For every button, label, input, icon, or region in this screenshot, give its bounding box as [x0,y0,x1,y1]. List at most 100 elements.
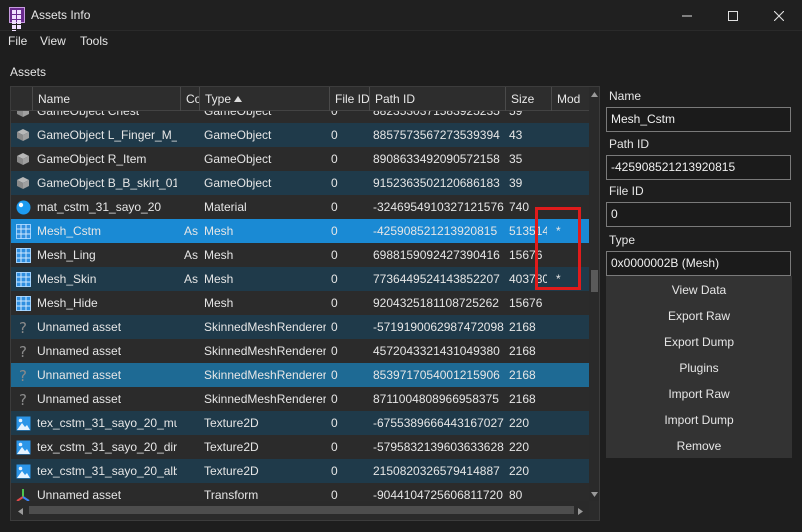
modified-cell [556,483,576,501]
menu-tools[interactable]: Tools [80,34,108,48]
horizontal-scroll-thumb[interactable] [29,506,574,514]
header-container[interactable]: Co [181,87,200,111]
mesh-icon [13,291,33,315]
svg-text:?: ? [19,392,27,407]
size-cell: 220 [509,416,530,430]
remove-button[interactable]: Remove [606,433,792,459]
type-cell: GameObject [204,152,272,166]
scroll-down-icon[interactable] [590,489,599,499]
table-row[interactable]: GameObject Chest GameObject 0 8823530371583… [11,111,589,123]
file-id-cell: 0 [331,272,338,286]
gameobject-icon [13,123,33,147]
texture-icon [13,411,33,435]
type-cell: GameObject [204,128,272,142]
table-row[interactable]: Unnamed asset Transform 0 -9044104725606811… [11,483,589,501]
minimize-button[interactable] [664,0,710,31]
file-id-cell: 0 [331,320,338,334]
header-icon-column[interactable] [11,87,33,111]
header-modified[interactable]: Mod [552,87,589,111]
type-field[interactable]: 0x0000002B (Mesh) [606,251,791,276]
unknown-asset-icon: ? [13,339,33,363]
table-row[interactable]: tex_cstm_31_sayo_20_dirt Texture2D 0 -57958… [11,435,589,459]
container-cell: As [184,248,199,262]
header-file-id[interactable]: File ID [330,87,370,111]
header-name[interactable]: Name [33,87,181,111]
maximize-button[interactable] [710,0,756,31]
menu-view[interactable]: View [40,34,66,48]
file-id-cell: 0 [331,152,338,166]
file-id-cell: 0 [331,344,338,358]
path-id-cell: 7736449524143852207 [373,272,500,286]
type-cell: Texture2D [204,464,259,478]
table-row[interactable]: GameObject L_Finger_M_0 GameObject 0 885757… [11,123,589,147]
path-id-cell: -3246954910327121576 [373,200,504,214]
header-size[interactable]: Size [506,87,552,111]
import-raw-button[interactable]: Import Raw [606,381,792,407]
asset-name-cell: Unnamed asset [37,488,122,501]
table-row[interactable]: Mesh_Cstm As Mesh 0 -425908521213920815 51351… [11,219,589,243]
container-cell [184,291,200,315]
svg-text:?: ? [19,344,27,359]
file-id-field[interactable]: 0 [606,202,791,227]
asset-name-cell: Unnamed asset [37,392,122,406]
asset-name-cell: Mesh_Ling [37,248,96,262]
container-cell [184,387,200,411]
type-cell: Mesh [204,272,234,286]
close-icon [774,10,784,21]
grid-rows: GameObject Chest GameObject 0 8823530371583… [11,111,589,501]
view-data-button[interactable]: View Data [606,277,792,303]
scroll-left-icon[interactable] [15,506,25,516]
export-raw-button[interactable]: Export Raw [606,303,792,329]
header-type[interactable]: Type [200,87,330,111]
file-id-cell: 0 [331,128,338,142]
container-cell [184,339,200,363]
table-row[interactable]: Mesh_Skin As Mesh 0 7736449524143852207 40378… [11,267,589,291]
file-id-cell: 0 [331,440,338,454]
scroll-up-icon[interactable] [590,89,599,99]
table-row[interactable]: tex_cstm_31_sayo_20_albd Texture2D 0 215082… [11,459,589,483]
table-row[interactable]: mat_cstm_31_sayo_20 Material 0 -32469549103… [11,195,589,219]
size-cell: 2168 [509,344,536,358]
table-row[interactable]: ? Unnamed asset SkinnedMeshRenderer 0 457204… [11,339,589,363]
actions-panel: View Data Export Raw Export Dump Plugins… [606,276,792,458]
header-path-id[interactable]: Path ID [370,87,506,111]
file-id-cell: 0 [331,488,338,501]
table-row[interactable]: Mesh_Hide Mesh 0 9204325181108725262 15676 [11,291,589,315]
size-cell: 80 [509,488,523,501]
asset-name-cell: Mesh_Cstm [37,224,102,238]
type-label: Type [609,233,636,247]
path-id-cell: -5719190062987472098 [373,320,504,334]
table-row[interactable]: ? Unnamed asset SkinnedMeshRenderer 0 -57191… [11,315,589,339]
plugins-button[interactable]: Plugins [606,355,792,381]
type-cell: Texture2D [204,440,259,454]
type-cell: GameObject [204,111,272,118]
table-row[interactable]: ? Unnamed asset SkinnedMeshRenderer 0 871100… [11,387,589,411]
modified-cell [556,291,576,315]
table-row[interactable]: ? Unnamed asset SkinnedMeshRenderer 0 853971… [11,363,589,387]
type-cell: GameObject [204,176,272,190]
horizontal-scrollbar[interactable] [11,501,589,520]
asset-name-cell: tex_cstm_31_sayo_20_mult [37,416,177,430]
vertical-scroll-thumb[interactable] [591,270,598,292]
gameobject-icon [13,111,33,123]
table-row[interactable]: Mesh_Ling As Mesh 0 6988159092427390416 15676 [11,243,589,267]
path-id-field[interactable]: -425908521213920815 [606,155,791,180]
modified-cell [556,363,576,387]
asset-name-cell: Unnamed asset [37,344,122,358]
table-row[interactable]: GameObject B_B_skirt_01 GameObject 0 915236… [11,171,589,195]
modified-cell [556,315,576,339]
vertical-scrollbar[interactable] [589,87,599,501]
import-dump-button[interactable]: Import Dump [606,407,792,433]
scroll-right-icon[interactable] [575,506,585,516]
export-dump-button[interactable]: Export Dump [606,329,792,355]
asset-name-cell: Unnamed asset [37,368,122,382]
close-button[interactable] [756,0,802,31]
table-row[interactable]: GameObject R_Item GameObject 0 890863349209… [11,147,589,171]
file-id-cell: 0 [331,296,338,310]
container-cell: As [184,224,199,238]
path-id-cell: 8857573567273539394 [373,128,500,142]
asset-name-cell: Mesh_Skin [37,272,97,286]
table-row[interactable]: tex_cstm_31_sayo_20_mult Texture2D 0 -67553… [11,411,589,435]
menu-file[interactable]: File [8,34,27,48]
name-field[interactable]: Mesh_Cstm [606,107,791,132]
